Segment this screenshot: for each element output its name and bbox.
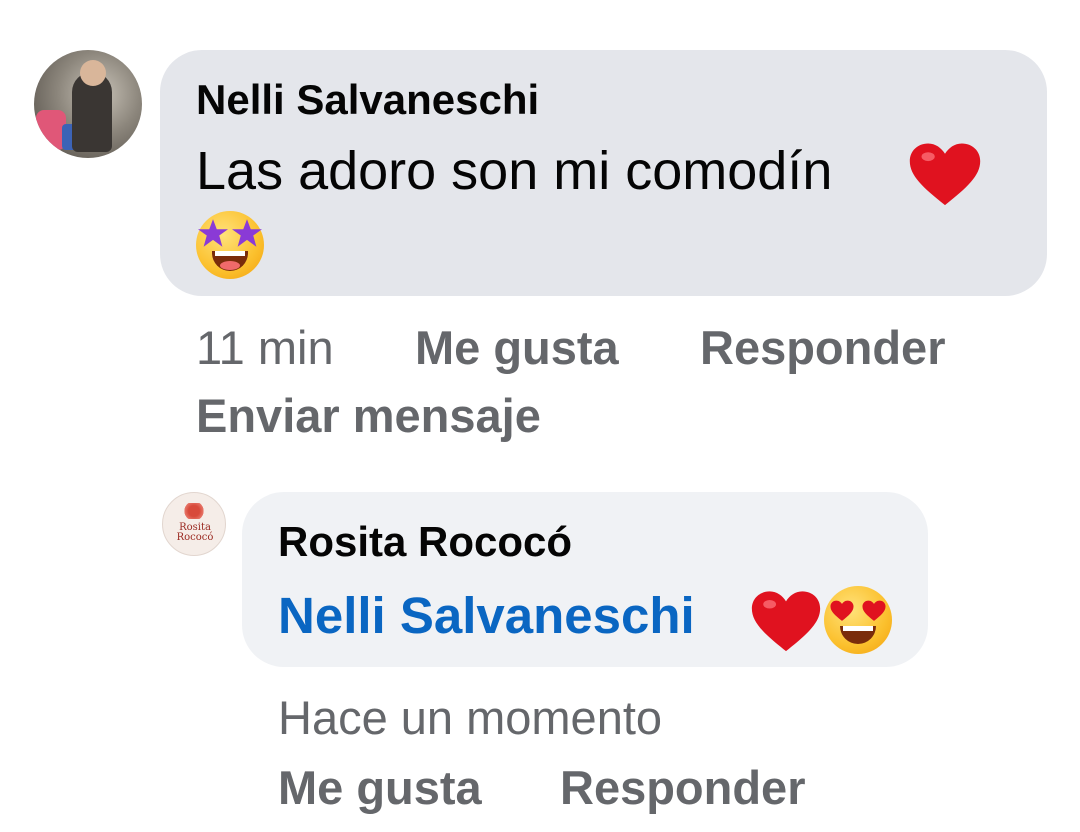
reply-author-name[interactable]: Rosita Rococó — [278, 518, 572, 566]
like-button[interactable]: Me gusta — [278, 760, 482, 815]
rose-logo-icon — [183, 503, 205, 519]
avatar-logo-text: Rosita Rococó — [176, 522, 214, 543]
comment-author-name[interactable]: Nelli Salvaneschi — [196, 76, 539, 124]
avatar-photo-head — [80, 60, 106, 86]
heart-eyes-emoji-icon — [824, 586, 892, 654]
like-button[interactable]: Me gusta — [415, 320, 619, 375]
reply-avatar[interactable]: Rosita Rococó — [162, 492, 226, 556]
comment-timestamp: 11 min — [196, 321, 334, 374]
comment-text: Las adoro son mi comodín — [196, 141, 833, 201]
star-struck-emoji-icon — [196, 211, 264, 279]
red-heart-emoji-icon — [751, 591, 821, 652]
mention-link[interactable]: Nelli Salvaneschi — [278, 586, 695, 645]
red-heart-emoji-icon — [909, 143, 981, 206]
send-message-button[interactable]: Enviar mensaje — [196, 388, 541, 443]
reply-timestamp: Hace un momento — [278, 691, 663, 744]
reply-button[interactable]: Responder — [700, 320, 946, 375]
reply-button[interactable]: Responder — [560, 760, 806, 815]
avatar[interactable] — [34, 50, 142, 158]
